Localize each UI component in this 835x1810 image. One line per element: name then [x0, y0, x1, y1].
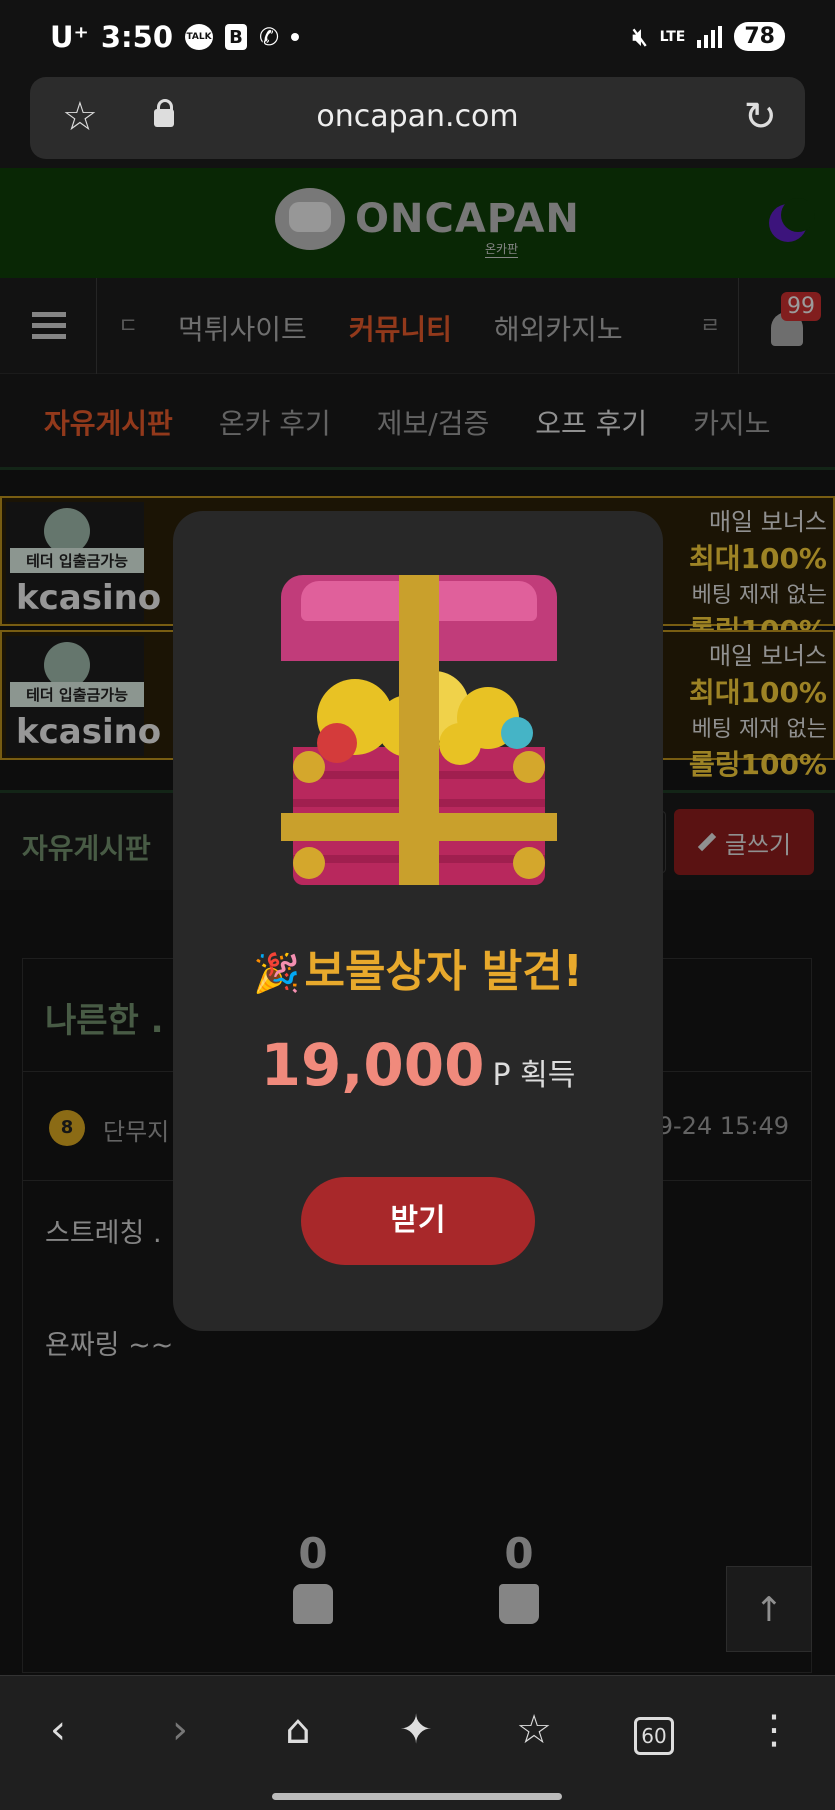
modal-title: 🎉보물상자 발견!	[173, 935, 663, 999]
status-right: 🔇︎ LTE 78	[633, 22, 785, 51]
reward-points: 19,000	[260, 1031, 485, 1099]
carrier-label: U⁺	[50, 20, 89, 54]
back-arrow-icon[interactable]: ‹	[28, 1710, 88, 1750]
tabs-button[interactable]: 60	[624, 1710, 684, 1755]
b-app-icon: B	[225, 24, 247, 50]
url-text[interactable]: oncapan.com	[30, 99, 805, 134]
notification-dot-icon	[291, 33, 300, 41]
party-popper-icon: 🎉	[253, 951, 301, 995]
receive-button[interactable]: 받기	[301, 1177, 535, 1265]
status-left: U⁺ 3:50 TALK B ✆	[50, 20, 300, 54]
kakaotalk-icon: TALK	[185, 24, 213, 50]
battery-indicator: 78	[734, 22, 785, 51]
address-bar[interactable]: ☆ oncapan.com ↻	[30, 77, 805, 159]
reload-icon[interactable]: ↻	[743, 95, 777, 139]
forward-arrow-icon[interactable]: ›	[150, 1710, 210, 1750]
lte-label: LTE	[659, 28, 686, 45]
clock: 3:50	[100, 20, 173, 54]
modal-title-text: 보물상자 발견!	[304, 946, 583, 997]
treasure-chest-icon	[281, 575, 557, 885]
mute-icon: 🔇︎	[632, 22, 648, 51]
reward-unit: P 획득	[492, 1058, 576, 1093]
missed-call-icon: ✆	[259, 23, 280, 51]
browser-toolbar: ☆ oncapan.com ↻	[0, 70, 835, 168]
more-menu-icon[interactable]: ⋮	[744, 1710, 804, 1750]
signal-icon	[697, 25, 723, 48]
status-bar: U⁺ 3:50 TALK B ✆ 🔇︎ LTE 78	[0, 0, 835, 70]
tabs-count: 60	[634, 1717, 674, 1755]
bookmarks-star-icon[interactable]: ☆	[504, 1710, 564, 1750]
reward-amount: 19,000 P 획득	[173, 1031, 663, 1099]
treasure-chest-modal: 🎉보물상자 발견! 19,000 P 획득 받기	[173, 511, 663, 1331]
home-icon[interactable]: ⌂	[268, 1710, 328, 1750]
browser-bottom-bar: ‹ › ⌂ ✦ ☆ 60 ⋮	[0, 1675, 835, 1810]
chest-ribbon	[281, 813, 557, 841]
sparkle-ai-icon[interactable]: ✦	[386, 1710, 446, 1750]
gesture-home-bar[interactable]	[272, 1793, 562, 1800]
